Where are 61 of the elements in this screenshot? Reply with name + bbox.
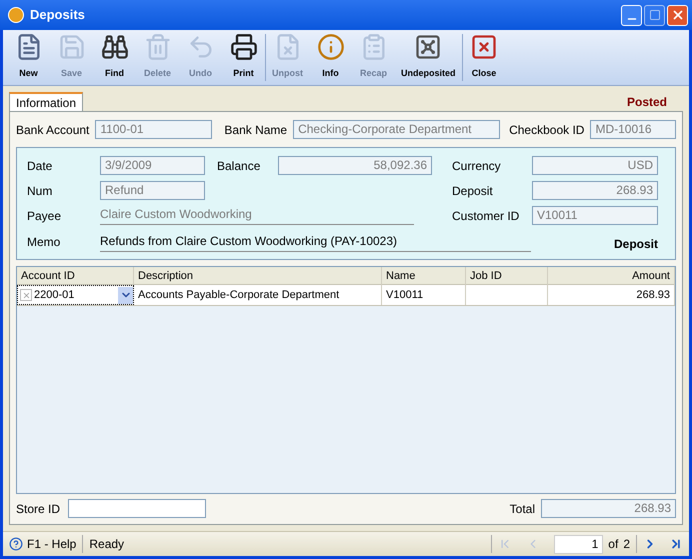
field-label: Memo (27, 234, 62, 251)
toolbar-button[interactable]: Info (309, 30, 352, 85)
memo-field[interactable]: Refunds from Claire Custom Woodworking (PAY-10023) (100, 232, 531, 252)
trash-can-icon (144, 32, 172, 60)
table-cell: V10011 (382, 285, 466, 305)
field-label: Checkbook ID (509, 122, 584, 138)
maximize-button[interactable] (644, 4, 665, 26)
field-label: Bank Account (16, 122, 90, 138)
tab[interactable]: Information (9, 92, 84, 111)
printer-icon (230, 32, 258, 60)
bank-name-field[interactable]: Checking-Corporate Department (293, 120, 500, 139)
field-label: Customer ID (452, 208, 520, 224)
date-field[interactable]: 3/9/2009 (100, 156, 205, 175)
posted-status: Posted (626, 94, 668, 111)
help-hint: F1 - Help (27, 535, 84, 553)
toolbar-button[interactable]: Find (93, 30, 136, 85)
dropdown-icon[interactable] (118, 286, 133, 304)
status-text: Ready (89, 536, 126, 553)
window-close-icon (470, 32, 498, 60)
total-field[interactable]: 268.93 (541, 499, 676, 518)
field-label: Balance (217, 158, 262, 174)
deposit-field[interactable]: 268.93 (532, 181, 658, 200)
page-number-field[interactable]: 1 (554, 534, 604, 554)
remove-row-icon[interactable] (20, 289, 32, 301)
num-field[interactable]: Refund (100, 181, 205, 200)
page-count: 2 (623, 536, 630, 553)
help-icon[interactable] (9, 537, 23, 551)
toolbar-button[interactable]: Undeposited (395, 30, 462, 85)
field-label: Date (27, 158, 54, 174)
minimize-button[interactable] (621, 4, 642, 26)
field-label: Total (510, 500, 535, 518)
currency-field[interactable]: USD (532, 156, 658, 175)
toolbar-button[interactable]: New (7, 30, 50, 85)
toolbar-button[interactable]: Close (462, 30, 506, 85)
window-title: Deposits (30, 6, 86, 24)
safe-icon (414, 32, 442, 60)
close-button[interactable] (667, 4, 688, 26)
customer-id-field[interactable]: V10011 (532, 206, 658, 225)
toolbar-button[interactable]: Print (222, 30, 265, 85)
store-id-field[interactable] (68, 499, 206, 518)
field-label: Deposit (452, 182, 494, 200)
table-cell: 268.93 (548, 285, 675, 305)
transaction-type-label: Deposit (612, 236, 658, 253)
checkbook-id-field[interactable]: MD-10016 (590, 120, 676, 139)
field-label: Currency (452, 158, 502, 174)
field-label: Num (27, 182, 54, 200)
table-cell: Accounts Payable-Corporate Department (134, 285, 382, 305)
info-icon (316, 32, 344, 60)
binoculars-icon (100, 32, 128, 60)
page-of-label: of (608, 536, 618, 553)
maximize-icon (648, 9, 660, 21)
balance-field[interactable]: 58,092.36 (278, 156, 432, 175)
app-logo-icon (8, 7, 24, 23)
payee-field[interactable]: Claire Custom Woodworking (100, 206, 414, 225)
field-label: Bank Name (224, 122, 288, 138)
table-cell-text: 2200-01 (34, 288, 76, 303)
bank-account-field[interactable]: 1100-01 (95, 120, 212, 139)
close-icon (670, 8, 684, 22)
field-label: Store ID (16, 500, 62, 518)
field-label: Payee (27, 208, 62, 224)
account-id-combo[interactable]: 2200-01 (17, 285, 134, 305)
